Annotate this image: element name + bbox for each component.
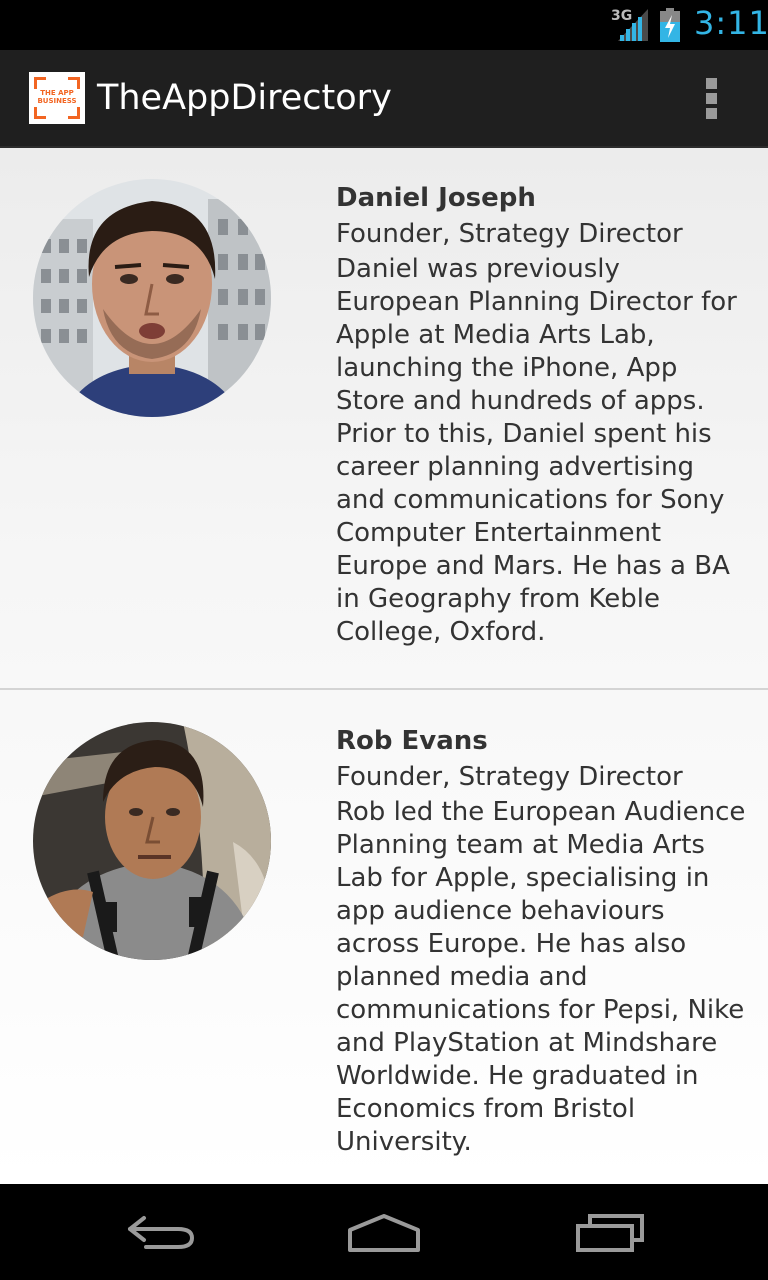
overflow-menu-icon[interactable]: [700, 76, 724, 122]
app-logo-text: THE APP BUSINESS: [37, 89, 77, 105]
list-item[interactable]: Daniel Joseph Founder, Strategy Director…: [0, 148, 768, 690]
person-name: Daniel Joseph: [336, 183, 536, 213]
clock: 3:11: [694, 4, 768, 42]
app-logo-icon[interactable]: THE APP BUSINESS: [29, 72, 85, 124]
person-role: Founder, Strategy Director: [336, 219, 683, 249]
directory-list[interactable]: Daniel Joseph Founder, Strategy Director…: [0, 148, 768, 1184]
navigation-bar: [0, 1184, 768, 1280]
list-item[interactable]: Rob Evans Founder, Strategy Director Rob…: [0, 690, 768, 1184]
avatar-photo: [33, 722, 271, 960]
avatar-photo: [33, 179, 271, 417]
app-title: TheAppDirectory: [97, 78, 392, 118]
battery-charging-icon: [660, 8, 680, 42]
status-bar: 3G 3:11: [0, 0, 768, 50]
avatar: [33, 179, 271, 417]
home-icon[interactable]: [346, 1210, 422, 1254]
person-info: Rob Evans Founder, Strategy Director Rob…: [336, 724, 746, 1159]
person-info: Daniel Joseph Founder, Strategy Director…: [336, 181, 746, 649]
action-bar: THE APP BUSINESS TheAppDirectory: [0, 50, 768, 148]
avatar: [33, 722, 271, 960]
person-role: Founder, Strategy Director: [336, 762, 683, 792]
recent-apps-icon[interactable]: [572, 1210, 648, 1254]
signal-icon: [618, 9, 648, 41]
person-bio: Rob led the European Audience Planning t…: [336, 797, 746, 1157]
back-icon[interactable]: [124, 1210, 200, 1254]
person-bio: Daniel was previously European Planning …: [336, 254, 737, 647]
person-name: Rob Evans: [336, 726, 488, 756]
